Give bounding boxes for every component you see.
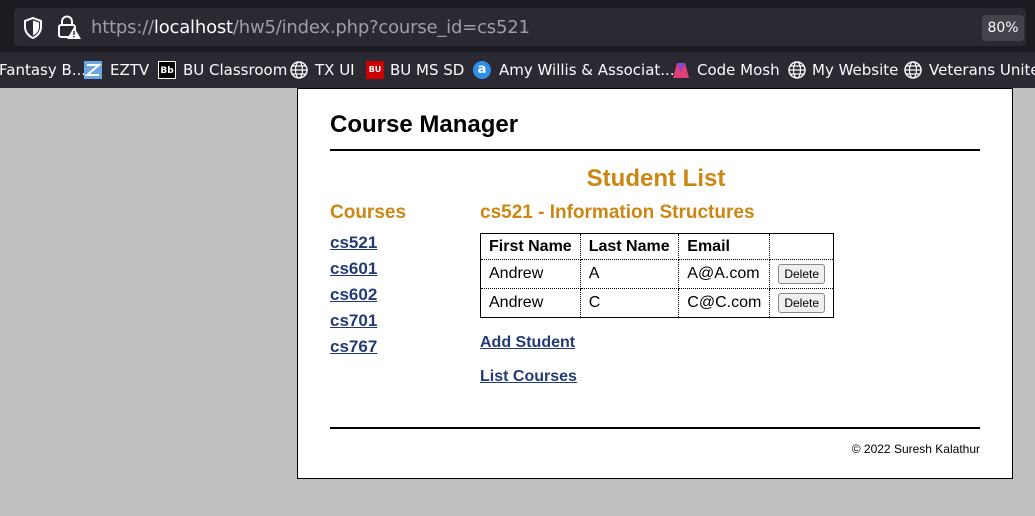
bookmark-label: My Website [812, 61, 899, 79]
add-student-link[interactable]: Add Student [480, 334, 575, 352]
cell-email: C@C.com [678, 288, 771, 318]
delete-button[interactable]: Delete [778, 264, 825, 284]
cell-last-name: C [579, 288, 680, 318]
bookmark-tx-ui[interactable]: TX UI [290, 52, 355, 88]
bookmark-label: BU Classroom [183, 61, 288, 79]
course-heading: cs521 - Information Structures [480, 202, 755, 223]
delete-button[interactable]: Delete [778, 293, 825, 313]
bu-logo-icon: BU [366, 61, 384, 79]
globe-icon [788, 61, 806, 79]
bookmark-label: Fantasy B... [0, 61, 87, 79]
zoom-level-button[interactable]: 80% [982, 15, 1024, 41]
url-path: /hw5/index.php?course_id=cs521 [232, 17, 530, 38]
table-header-row: First Name Last Name Email [480, 233, 834, 260]
url-text[interactable]: https://localhost/hw5/index.php?course_i… [91, 17, 530, 38]
bookmark-fantasy[interactable]: Fantasy B... [0, 52, 86, 88]
course-list: cs521 cs601 cs602 cs701 cs767 [330, 233, 377, 363]
url-prefix: https:// [91, 17, 154, 38]
bookmark-label: Amy Willis & Associat... [499, 61, 675, 79]
course-link-cs601[interactable]: cs601 [330, 259, 377, 285]
courses-heading: Courses [330, 202, 407, 223]
bookmark-label: Code Mosh [697, 61, 780, 79]
column-header-first-name: First Name [480, 233, 581, 260]
cell-action: Delete [769, 259, 834, 289]
insecure-lock-icon[interactable] [56, 14, 82, 40]
table-row: Andrew A A@A.com Delete [480, 259, 834, 289]
eztv-logo-icon [84, 61, 102, 79]
section-title: Student List [586, 165, 726, 192]
course-link-cs767[interactable]: cs767 [330, 337, 377, 363]
bookmark-label: Veterans United [929, 61, 1035, 79]
column-header-last-name: Last Name [579, 233, 680, 260]
globe-icon [904, 61, 922, 79]
footer-copyright: © 2022 Suresh Kalathur [851, 442, 980, 456]
bookmark-bu-ms-sd[interactable]: BU BU MS SD [366, 52, 464, 88]
list-courses-link[interactable]: List Courses [480, 368, 577, 386]
bookmark-label: TX UI [315, 61, 355, 79]
course-link-cs521[interactable]: cs521 [330, 233, 377, 259]
bookmark-label: EZTV [110, 61, 150, 79]
cell-first-name: Andrew [480, 259, 581, 289]
cell-action: Delete [769, 288, 834, 318]
course-link-cs701[interactable]: cs701 [330, 311, 377, 337]
footer-divider [330, 427, 980, 429]
tracking-protection-shield-icon[interactable] [22, 16, 44, 40]
header-divider [330, 149, 980, 151]
globe-icon [290, 61, 308, 79]
bookmark-code-mosh[interactable]: Code Mosh [672, 52, 780, 88]
table-row: Andrew C C@C.com Delete [480, 288, 834, 318]
course-link-cs602[interactable]: cs602 [330, 285, 377, 311]
student-table: First Name Last Name Email Andrew A A@A.… [480, 233, 834, 318]
page-container: Course Manager Student List Courses cs52… [297, 88, 1013, 479]
bookmarks-toolbar: Fantasy B... EZTV Bb BU Classroom TX UI … [0, 52, 1035, 88]
bookmark-my-website[interactable]: My Website [788, 52, 898, 88]
bookmark-bu-classroom[interactable]: Bb BU Classroom [158, 52, 287, 88]
url-host: localhost [153, 17, 233, 38]
bookmark-amy-willis[interactable]: a Amy Willis & Associat... [473, 52, 675, 88]
column-header-email: Email [678, 233, 771, 260]
bookmark-veterans-united[interactable]: Veterans United [904, 52, 1035, 88]
cell-email: A@A.com [678, 259, 771, 289]
page-title: Course Manager [330, 111, 519, 138]
letter-a-icon: a [473, 61, 491, 79]
bookmark-eztv[interactable]: EZTV [84, 52, 149, 88]
bookmark-label: BU MS SD [390, 61, 465, 79]
cell-first-name: Andrew [480, 288, 581, 318]
blackboard-icon: Bb [158, 61, 176, 79]
code-mosh-icon [673, 63, 689, 78]
browser-toolbar: https://localhost/hw5/index.php?course_i… [0, 0, 1035, 52]
column-header-action [769, 233, 834, 260]
cell-last-name: A [579, 259, 680, 289]
